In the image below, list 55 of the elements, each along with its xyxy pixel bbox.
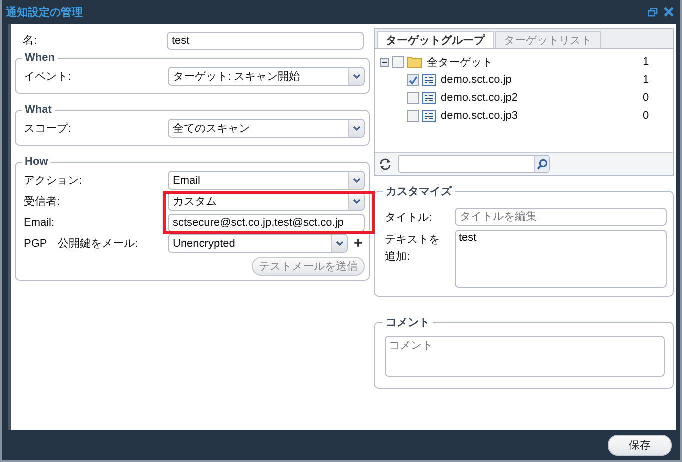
window-title: 通知設定の管理: [6, 6, 84, 20]
refresh-icon[interactable]: [379, 158, 392, 170]
tree-item[interactable]: demo.sct.co.jp: [439, 74, 640, 86]
restore-icon[interactable]: [648, 8, 658, 16]
text-area[interactable]: test: [455, 230, 667, 288]
caret-icon: [336, 241, 344, 246]
list-icon: [422, 74, 436, 86]
search-icon[interactable]: [536, 158, 548, 170]
count: 1: [643, 56, 650, 68]
field-label: 名:: [23, 34, 38, 48]
tree-item[interactable]: demo.sct.co.jp2: [439, 92, 640, 104]
recipient-dropdown[interactable]: カスタム: [168, 192, 365, 211]
tree-item[interactable]: demo.sct.co.jp3: [439, 110, 640, 122]
field-label: スコープ:: [24, 122, 72, 136]
caret-icon: [352, 178, 360, 183]
close-icon[interactable]: [664, 7, 674, 17]
field-label: アクション:: [24, 174, 84, 188]
caret-icon: [352, 199, 360, 204]
count: 1: [643, 74, 650, 86]
collapse-icon[interactable]: [380, 58, 389, 66]
list-icon: [422, 110, 436, 122]
field-label: イベント:: [24, 70, 72, 84]
count: 0: [643, 110, 650, 122]
field-label: 受信者:: [24, 194, 62, 209]
pgp-dropdown[interactable]: Unencrypted: [168, 234, 348, 253]
folder-icon: [407, 56, 422, 68]
checkbox[interactable]: [392, 56, 404, 68]
comment-field[interactable]: コメント: [385, 336, 665, 377]
search-field[interactable]: [398, 155, 550, 173]
tree-item[interactable]: 全ターゲット: [425, 54, 640, 70]
caret-icon: [352, 74, 360, 79]
count: 0: [643, 92, 650, 104]
section-legend: What: [22, 104, 55, 116]
save-button[interactable]: 保存: [608, 434, 672, 456]
action-dropdown[interactable]: Email: [168, 171, 365, 190]
checkbox[interactable]: [407, 92, 419, 104]
field-label: PGP 公開鍵をメール:: [24, 237, 140, 251]
caret-icon: [352, 126, 360, 131]
field-label: Email:: [24, 216, 56, 228]
section-legend: When: [22, 52, 58, 64]
field-label: テキストを追加:: [384, 233, 441, 265]
checkbox[interactable]: [407, 110, 419, 122]
scope-dropdown[interactable]: 全てのスキャン: [168, 119, 365, 138]
checkbox[interactable]: [407, 74, 419, 86]
add-button[interactable]: +: [348, 235, 363, 252]
field-label: タイトル:: [384, 211, 434, 226]
email-field[interactable]: sctsecure@sct.co.jp,test@sct.co.jp: [168, 214, 365, 232]
tab[interactable]: ターゲットグループ: [377, 31, 494, 48]
section-legend: コメント: [383, 315, 433, 330]
list-icon: [422, 92, 436, 104]
section-legend: カスタマイズ: [383, 184, 455, 199]
title-field[interactable]: タイトルを編集: [455, 208, 667, 226]
name-field[interactable]: test: [167, 32, 364, 50]
event-dropdown[interactable]: ターゲット: スキャン開始: [168, 67, 365, 86]
section-legend: How: [22, 156, 52, 168]
